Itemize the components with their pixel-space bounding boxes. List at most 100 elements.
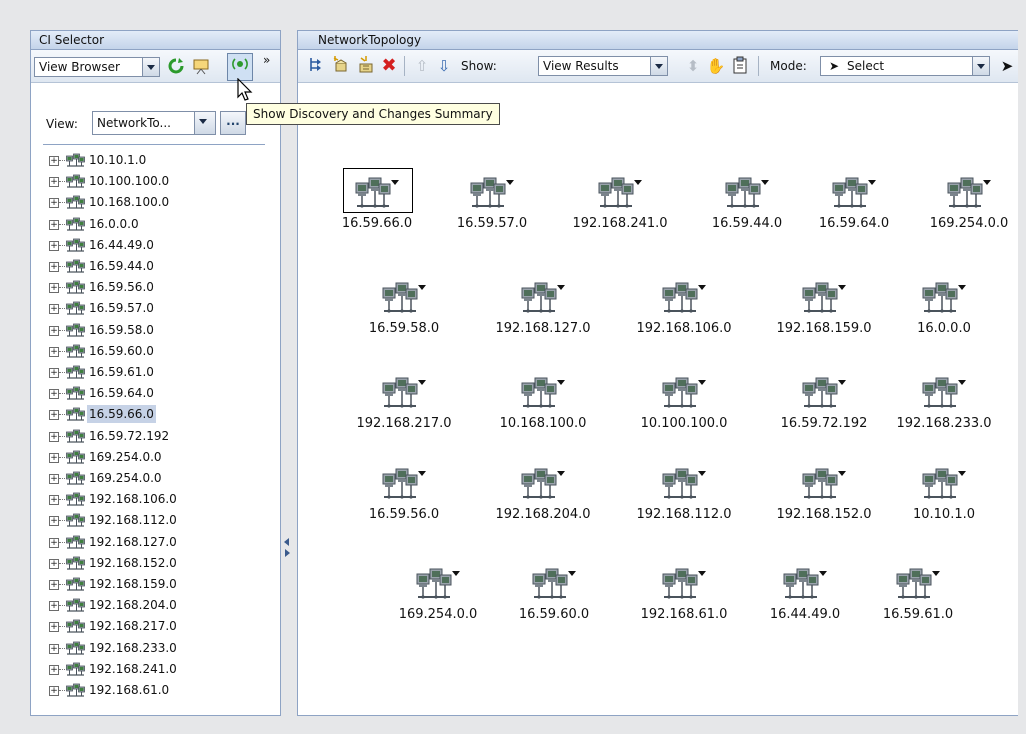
presentation-icon[interactable] [191, 57, 211, 77]
expand-icon[interactable]: + [49, 537, 59, 548]
network-node-label: 16.59.64.0 [818, 216, 890, 231]
hand-icon[interactable]: ✋ [706, 56, 726, 76]
chevron-down-icon[interactable] [142, 58, 159, 76]
network-node[interactable]: 16.59.72.192 [759, 375, 889, 435]
network-node[interactable]: 192.168.127.0 [478, 280, 608, 340]
browser-mode-select[interactable]: View Browser [34, 57, 160, 77]
network-node[interactable]: 16.59.66.0 [312, 168, 442, 235]
network-node[interactable]: 16.59.56.0 [339, 466, 469, 526]
chevron-down-icon[interactable] [650, 57, 667, 75]
network-node[interactable]: 10.100.100.0 [619, 375, 749, 435]
network-node[interactable]: 16.59.57.0 [427, 175, 557, 235]
expand-right-arrow[interactable] [285, 549, 290, 557]
network-icon [802, 375, 846, 411]
add-related-ci-icon[interactable] [356, 56, 376, 76]
expand-icon[interactable]: + [49, 240, 59, 251]
network-node[interactable]: 192.168.112.0 [619, 466, 749, 526]
network-topology-panel: NetworkTopology ✖ ⇧ ⇩ Show: View Results… [297, 30, 1018, 716]
expand-icon[interactable]: + [49, 198, 59, 209]
network-node[interactable]: 16.0.0.0 [879, 280, 1009, 340]
network-node[interactable]: 10.168.100.0 [478, 375, 608, 435]
network-node[interactable]: 192.168.61.0 [619, 566, 749, 626]
expand-icon[interactable]: + [49, 177, 59, 188]
tree-item-label: 16.59.56.0 [89, 280, 154, 295]
move-up-icon[interactable]: ⇧ [412, 56, 432, 76]
network-node[interactable]: 192.168.241.0 [555, 175, 685, 235]
network-node-label: 192.168.112.0 [636, 507, 732, 522]
delete-icon[interactable]: ✖ [379, 56, 399, 76]
network-icon [66, 556, 85, 572]
network-node[interactable]: 192.168.217.0 [339, 375, 469, 435]
overflow-chevron[interactable]: » [263, 50, 270, 70]
network-node[interactable]: 16.44.49.0 [740, 566, 870, 626]
expand-icon[interactable]: + [49, 664, 59, 675]
network-node[interactable]: 192.168.152.0 [759, 466, 889, 526]
refresh-icon[interactable] [166, 57, 186, 77]
view-select[interactable]: NetworkTo... [92, 111, 216, 135]
expand-icon[interactable]: + [49, 686, 59, 696]
network-node[interactable]: 16.59.60.0 [489, 566, 619, 626]
tree-item-label: 169.254.0.0 [89, 449, 162, 464]
network-node[interactable]: 10.10.1.0 [879, 466, 1009, 526]
tree-item-label: 192.168.233.0 [89, 640, 177, 655]
network-node[interactable]: 192.168.159.0 [759, 280, 889, 340]
clipboard-icon[interactable] [730, 56, 750, 76]
network-node[interactable]: 192.168.106.0 [619, 280, 749, 340]
expand-icon[interactable]: + [49, 304, 59, 315]
move-down-icon[interactable]: ⇩ [434, 56, 454, 76]
expand-icon[interactable]: + [49, 389, 59, 400]
expand-icon[interactable]: + [49, 622, 59, 633]
expand-icon[interactable]: + [49, 643, 59, 654]
network-node[interactable]: 169.254.0.0 [904, 175, 1026, 235]
show-select[interactable]: View Results [538, 56, 668, 76]
network-icon [521, 466, 565, 502]
network-node[interactable]: 16.59.61.0 [853, 566, 983, 626]
network-node[interactable]: 16.59.64.0 [789, 175, 919, 235]
tree-connector [59, 329, 65, 331]
expand-icon[interactable]: + [49, 516, 59, 527]
view-browse-button[interactable]: ... [220, 111, 246, 135]
expand-icon[interactable]: + [49, 410, 59, 421]
network-icon [662, 466, 706, 502]
network-icon [66, 195, 85, 211]
filter-icon[interactable]: ⬍ [683, 56, 703, 76]
collapse-left-arrow[interactable] [284, 538, 289, 546]
mode-select[interactable]: ➤ Select [820, 56, 990, 76]
expand-icon[interactable]: + [49, 452, 59, 463]
expand-icon[interactable]: + [49, 262, 59, 272]
expand-icon[interactable]: + [49, 219, 59, 230]
chevron-down-icon[interactable] [194, 112, 215, 134]
tree-connector [59, 584, 65, 585]
network-node[interactable]: 16.59.58.0 [339, 280, 469, 340]
expand-icon[interactable]: + [49, 495, 59, 506]
network-icon [382, 375, 426, 411]
tree-connector [59, 690, 65, 691]
expand-icon[interactable]: + [49, 431, 59, 442]
chevron-down-icon[interactable] [972, 57, 989, 75]
expand-icon[interactable]: + [49, 283, 59, 294]
tree-item-label: 16.59.58.0 [89, 322, 154, 337]
discovery-summary-icon[interactable] [227, 53, 253, 81]
network-node[interactable]: 192.168.233.0 [879, 375, 1009, 435]
expand-icon[interactable]: + [49, 346, 59, 357]
tree-item-label: 16.0.0.0 [89, 216, 139, 231]
add-ci-icon[interactable] [331, 56, 351, 76]
expand-icon[interactable]: + [49, 601, 59, 612]
tree-item-label: 16.59.64.0 [89, 386, 154, 401]
network-node[interactable]: 192.168.204.0 [478, 466, 608, 526]
network-icon [66, 217, 85, 233]
expand-icon[interactable]: + [49, 325, 59, 336]
select-cursor-icon[interactable]: ➤ [997, 56, 1017, 76]
topology-canvas[interactable]: 16.59.66.0 16.59.57.0 192.168.241.0 16.59.4… [298, 83, 1018, 715]
tree-connector [59, 414, 65, 416]
expand-icon[interactable]: + [49, 156, 59, 166]
network-icon [66, 153, 85, 169]
expand-icon[interactable]: + [49, 580, 59, 590]
expand-icon[interactable]: + [49, 558, 59, 569]
expand-icon[interactable]: + [49, 474, 59, 484]
network-node[interactable]: 169.254.0.0 [373, 566, 503, 626]
expand-icon[interactable]: + [49, 368, 59, 378]
network-icon [416, 566, 460, 602]
tree-item-label: 192.168.241.0 [89, 661, 177, 676]
layout-tree-icon[interactable] [306, 56, 326, 76]
